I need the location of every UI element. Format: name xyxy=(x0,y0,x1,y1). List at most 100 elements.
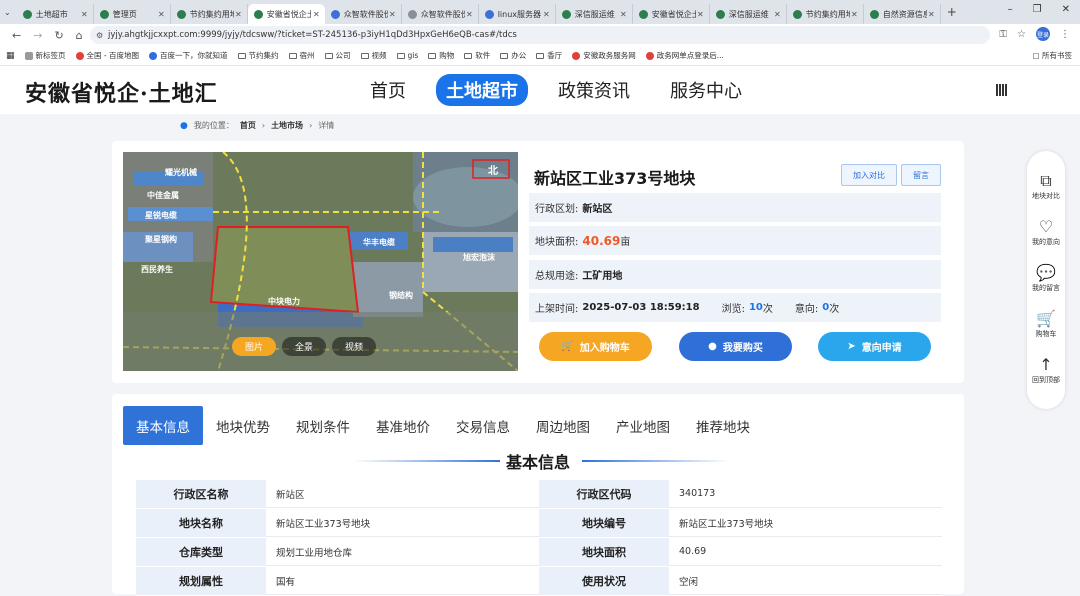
detail-tab[interactable]: 周边地图 xyxy=(523,406,603,445)
map-label: 中佳金属 xyxy=(147,191,179,200)
home-icon[interactable]: ⌂ xyxy=(76,29,83,42)
district-row: 行政区划: 新站区 xyxy=(529,193,941,222)
bookmark-item[interactable]: 办公 xyxy=(500,50,526,61)
tab-close-icon[interactable]: ✕ xyxy=(81,10,88,19)
browser-tab[interactable]: 节约集约用地 ✕ xyxy=(787,4,864,24)
profile-avatar[interactable]: 登录 xyxy=(1036,27,1050,41)
detail-tab[interactable]: 推荐地块 xyxy=(683,406,763,445)
site-logo[interactable]: 安徽省悦企·土地汇 xyxy=(25,76,218,108)
media-tab[interactable]: 视频 xyxy=(332,337,377,356)
browser-tab[interactable]: 节约集约用地 ✕ xyxy=(171,4,248,24)
buy-now-label: 我要购买 xyxy=(722,343,763,354)
add-compare-button[interactable]: 加入对比 xyxy=(841,164,897,186)
bookmark-favicon-icon xyxy=(645,51,654,60)
bookmark-item[interactable]: 视频 xyxy=(360,50,387,61)
side-cart[interactable]: 🛒 购物车 xyxy=(1027,309,1065,339)
intent-apply-button[interactable]: ➤ 意向申请 xyxy=(818,332,931,361)
bookmark-item[interactable]: 全国 - 百度地图 xyxy=(75,50,139,61)
detail-tab[interactable]: 地块优势 xyxy=(203,406,283,445)
area-unit: 亩 xyxy=(620,237,631,248)
back-icon[interactable]: ← xyxy=(12,29,21,42)
media-tab[interactable]: 图片 xyxy=(232,337,277,356)
tab-close-icon[interactable]: ✕ xyxy=(543,10,550,19)
key-icon[interactable]: ⚿ xyxy=(999,29,1007,40)
bookmark-item[interactable]: 节约集约 xyxy=(237,50,279,61)
tab-close-icon[interactable]: ✕ xyxy=(851,10,858,19)
tab-close-icon[interactable]: ✕ xyxy=(697,10,704,19)
close-window-icon[interactable]: ✕ xyxy=(1062,4,1070,15)
bookmark-item[interactable]: 安徽政务服务网 xyxy=(572,50,636,61)
tab-close-icon[interactable]: ✕ xyxy=(774,10,781,19)
url-field[interactable]: ⚙ jyjy.ahgtkjjcxxpt.com:9999/jyjy/tdcsww… xyxy=(90,26,990,44)
breadcrumb-land-market[interactable]: 土地市场 xyxy=(271,120,303,131)
nav-item[interactable]: 首页 xyxy=(360,74,416,106)
browser-tab[interactable]: 深信服运维 ✕ xyxy=(556,4,633,24)
folder-icon xyxy=(396,52,405,59)
bookmark-item[interactable]: 香厅 xyxy=(536,50,562,61)
media-tab[interactable]: 全景 xyxy=(282,337,327,356)
bookmark-item[interactable]: gis xyxy=(396,50,418,61)
tab-favicon-icon xyxy=(638,9,648,19)
site-info-icon[interactable]: ⚙ xyxy=(96,31,103,40)
reload-icon[interactable]: ↻ xyxy=(54,29,63,42)
area-value: 40.69 xyxy=(582,233,621,248)
tab-close-icon[interactable]: ✕ xyxy=(466,10,473,19)
browser-tab[interactable]: linux服务器 ✕ xyxy=(479,4,556,24)
bookmark-item[interactable]: 公司 xyxy=(324,50,351,61)
bookmark-item[interactable]: 购物 xyxy=(428,50,454,61)
tab-close-icon[interactable]: ✕ xyxy=(389,10,396,19)
all-bookmarks-link[interactable]: ▢ 所有书签 xyxy=(1033,50,1072,61)
bookmark-item[interactable]: 政务网单点登录后... xyxy=(645,50,724,61)
add-to-cart-button[interactable]: 🛒 加入购物车 xyxy=(539,332,652,361)
tab-search-icon[interactable]: ⌄ xyxy=(4,8,11,17)
bookmark-item[interactable]: 软件 xyxy=(464,50,490,61)
bookmark-item[interactable]: 新标签页 xyxy=(24,50,66,61)
side-back-to-top[interactable]: ↑ 回到顶部 xyxy=(1027,355,1065,385)
tab-close-icon[interactable]: ✕ xyxy=(313,10,320,19)
browser-tab[interactable]: 深信服运维 ✕ xyxy=(710,4,787,24)
nav-item[interactable]: 土地超市 xyxy=(436,74,528,106)
browser-tab[interactable]: 管理页 ✕ xyxy=(94,4,171,24)
detail-tab[interactable]: 交易信息 xyxy=(443,406,523,445)
nav-item[interactable]: 服务中心 xyxy=(660,74,752,106)
tab-close-icon[interactable]: ✕ xyxy=(620,10,627,19)
qr-code-icon[interactable] xyxy=(996,84,1008,96)
bookmark-item[interactable]: 百度一下，你就知道 xyxy=(149,50,228,61)
media-tabs: 图片 全景 视频 xyxy=(232,337,377,356)
browser-tab[interactable]: 安徽省悦企土地✕ xyxy=(247,4,325,24)
apps-grid-icon[interactable]: ▦ xyxy=(6,51,15,61)
tab-title: 管理页 xyxy=(112,9,137,19)
side-my-messages[interactable]: 💬 我的留言 xyxy=(1027,263,1065,293)
tab-close-icon[interactable]: ✕ xyxy=(928,10,935,19)
breadcrumb-home[interactable]: 首页 xyxy=(240,120,256,131)
leave-message-button[interactable]: 留言 xyxy=(901,164,941,186)
tab-close-icon[interactable]: ✕ xyxy=(235,10,242,19)
browser-tab[interactable]: 众智软件股份 ✕ xyxy=(402,4,479,24)
folder-icon xyxy=(428,52,437,59)
bookmark-star-icon[interactable]: ☆ xyxy=(1017,29,1026,40)
tab-close-icon[interactable]: ✕ xyxy=(158,10,165,19)
browser-tab[interactable]: 安徽省悦企土地✕ xyxy=(633,4,710,24)
browser-tab[interactable]: 自然资源信息 ✕ xyxy=(864,4,941,24)
browser-tab[interactable]: 众智软件股份 ✕ xyxy=(325,4,402,24)
dot-icon: ● xyxy=(708,341,717,352)
window-controls: – ❐ ✕ xyxy=(1008,4,1070,15)
browser-tab[interactable]: 土地超市 ✕ xyxy=(17,4,94,24)
tab-favicon-icon xyxy=(869,9,879,19)
bookmark-item[interactable]: 宿州 xyxy=(288,50,315,61)
tab-favicon-icon xyxy=(253,9,263,19)
forward-icon[interactable]: → xyxy=(33,29,42,42)
tab-favicon-icon xyxy=(561,9,571,19)
menu-dots-icon[interactable]: ⋮ xyxy=(1060,29,1070,40)
maximize-icon[interactable]: ❐ xyxy=(1033,4,1042,15)
detail-tab[interactable]: 基本信息 xyxy=(123,406,203,445)
nav-item[interactable]: 政策资讯 xyxy=(548,74,640,106)
minimize-icon[interactable]: – xyxy=(1008,4,1013,15)
detail-tab[interactable]: 产业地图 xyxy=(603,406,683,445)
detail-tab[interactable]: 基准地价 xyxy=(363,406,443,445)
side-compare[interactable]: ⧉ 地块对比 xyxy=(1027,171,1065,201)
buy-now-button[interactable]: ● 我要购买 xyxy=(679,332,792,361)
new-tab-button[interactable]: + xyxy=(947,5,957,19)
side-my-intent[interactable]: ♡ 我的意向 xyxy=(1027,217,1065,247)
detail-tab[interactable]: 规划条件 xyxy=(283,406,363,445)
